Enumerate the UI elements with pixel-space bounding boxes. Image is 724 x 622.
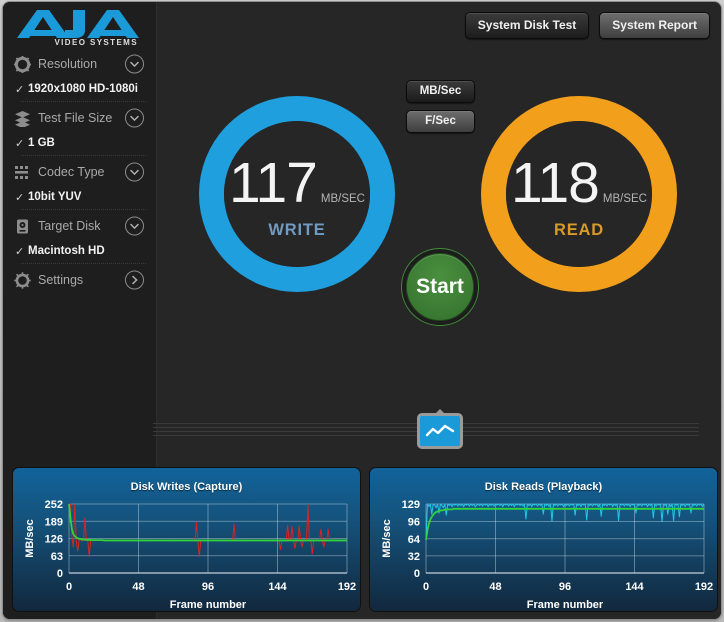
sidebar-item-settings[interactable]: Settings	[3, 266, 156, 294]
aja-logo-mark	[17, 10, 139, 38]
write-gauge-value: 117	[229, 150, 318, 215]
sidebar-value-target-disk[interactable]: ✓ Macintosh HD	[3, 240, 156, 262]
write-gauge-label: WRITE	[268, 220, 326, 239]
sidebar-label-settings: Settings	[38, 273, 84, 287]
write-gauge-reading: 117 MB/SEC	[229, 150, 365, 215]
sidebar-item-codec-type[interactable]: Codec Type	[3, 158, 156, 186]
svg-text:Frame number: Frame number	[170, 599, 247, 611]
sidebar-value-text-test-file-size: 1 GB	[28, 137, 55, 149]
sidebar-item-resolution[interactable]: Resolution	[3, 50, 156, 78]
line-chart-icon	[420, 416, 460, 446]
svg-text:252: 252	[45, 499, 63, 511]
graph-toggle-button[interactable]	[417, 409, 463, 449]
read-gauge-label: READ	[554, 220, 604, 239]
sidebar-separator	[21, 209, 146, 211]
sidebar-label-test-file-size: Test File Size	[38, 111, 113, 125]
chevron-down-icon-codec-type[interactable]	[125, 162, 144, 182]
sidebar-separator	[21, 101, 146, 103]
check-icon-test-file-size: ✓	[15, 137, 25, 150]
svg-text:144: 144	[625, 581, 644, 593]
sidebar-separator	[21, 155, 146, 157]
aja-logo-subtitle: VIDEO SYSTEMS	[54, 38, 138, 47]
chevron-down-icon-resolution[interactable]	[125, 54, 144, 74]
svg-text:192: 192	[695, 581, 713, 593]
unit-frames-per-sec-button[interactable]: F/Sec	[406, 110, 475, 133]
sidebar-label-resolution: Resolution	[38, 57, 98, 71]
aja-system-test-window: VIDEO SYSTEMS Resolution ✓ 1920x1080 HD-…	[0, 0, 724, 622]
svg-text:0: 0	[414, 568, 420, 580]
layers-icon	[13, 109, 31, 127]
read-gauge: 118 MB/SEC READ	[481, 96, 677, 292]
svg-text:48: 48	[489, 581, 501, 593]
sidebar-item-target-disk[interactable]: Target Disk	[3, 212, 156, 240]
graph-toggle-notch	[435, 409, 445, 414]
read-gauge-value: 118	[511, 150, 600, 215]
system-disk-test-button[interactable]: System Disk Test	[464, 12, 590, 39]
start-button-wrapper: Start	[401, 248, 479, 326]
sidebar-value-test-file-size[interactable]: ✓ 1 GB	[3, 132, 156, 154]
sidebar-value-resolution[interactable]: ✓ 1920x1080 HD-1080i	[3, 78, 156, 100]
header-buttons: System Disk Test System Report	[464, 12, 710, 39]
sidebar-value-text-target-disk: Macintosh HD	[28, 245, 105, 257]
svg-text:63: 63	[51, 551, 63, 563]
svg-text:96: 96	[202, 581, 214, 593]
sidebar-value-text-codec-type: 10bit YUV	[28, 191, 82, 203]
svg-text:32: 32	[408, 551, 420, 563]
sidebar-label-target-disk: Target Disk	[38, 219, 101, 233]
write-gauge-core: 117 MB/SEC WRITE	[224, 121, 370, 267]
window-frame: VIDEO SYSTEMS Resolution ✓ 1920x1080 HD-…	[3, 2, 721, 619]
svg-text:0: 0	[423, 581, 429, 593]
svg-text:129: 129	[402, 499, 420, 511]
sidebar-group-test-file-size: Test File Size ✓ 1 GB	[3, 104, 156, 157]
svg-text:MB/sec: MB/sec	[381, 519, 393, 558]
aja-logo: VIDEO SYSTEMS	[15, 8, 140, 47]
sidebar-item-test-file-size[interactable]: Test File Size	[3, 104, 156, 132]
sidebar-menu: Resolution ✓ 1920x1080 HD-1080i Test Fil…	[3, 50, 156, 294]
svg-text:96: 96	[408, 517, 420, 529]
write-gauge: 117 MB/SEC WRITE	[199, 96, 395, 292]
chevron-down-icon-target-disk[interactable]	[125, 216, 144, 236]
gear-icon	[13, 271, 31, 289]
sidebar-group-settings: Settings	[3, 266, 156, 294]
svg-text:48: 48	[132, 581, 144, 593]
svg-text:0: 0	[66, 581, 72, 593]
check-icon-codec-type: ✓	[15, 191, 25, 204]
sidebar-label-codec-type: Codec Type	[38, 165, 105, 179]
sidebar-separator	[21, 263, 146, 265]
disk-writes-chart-panel: Disk Writes (Capture) 0 63 126 189 252 0 48 96 1…	[13, 468, 360, 611]
svg-text:144: 144	[268, 581, 287, 593]
svg-text:MB/sec: MB/sec	[24, 519, 36, 558]
unit-toggle-group: MB/Sec F/Sec	[406, 80, 475, 133]
check-icon-target-disk: ✓	[15, 245, 25, 258]
disk-reads-chart-plot: 0 32 64 96 129 0 48 96 144 192 Frame number MB/sec	[381, 499, 713, 611]
svg-text:Frame number: Frame number	[527, 599, 604, 611]
write-gauge-unit: MB/SEC	[320, 192, 365, 205]
svg-text:0: 0	[57, 568, 63, 580]
sidebar-group-target-disk: Target Disk ✓ Macintosh HD	[3, 212, 156, 265]
start-button[interactable]: Start	[406, 253, 474, 321]
read-gauge-reading: 118 MB/SEC	[511, 150, 647, 215]
sidebar-group-codec-type: Codec Type ✓ 10bit YUV	[3, 158, 156, 211]
svg-text:64: 64	[408, 534, 421, 546]
sidebar-group-resolution: Resolution ✓ 1920x1080 HD-1080i	[3, 50, 156, 103]
svg-text:189: 189	[45, 516, 63, 528]
chevron-down-icon-test-file-size[interactable]	[125, 108, 144, 128]
system-report-button[interactable]: System Report	[599, 12, 710, 39]
svg-text:96: 96	[559, 581, 571, 593]
grid-icon	[13, 163, 31, 181]
unit-mb-per-sec-button[interactable]: MB/Sec	[406, 80, 475, 103]
read-gauge-unit: MB/SEC	[602, 192, 647, 205]
cog-icon	[13, 55, 31, 73]
svg-text:192: 192	[338, 581, 356, 593]
read-gauge-core: 118 MB/SEC READ	[506, 121, 652, 267]
sidebar-value-text-resolution: 1920x1080 HD-1080i	[28, 83, 138, 95]
disk-icon	[13, 217, 31, 235]
disk-writes-chart-plot: 0 63 126 189 252 0 48 96 144 192 Frame number MB/se…	[24, 499, 356, 611]
chevron-right-icon-settings[interactable]	[125, 270, 144, 290]
sidebar-value-codec-type[interactable]: ✓ 10bit YUV	[3, 186, 156, 208]
disk-reads-chart-panel: Disk Reads (Playback) 0 32 64 96 129 0 48 96 144…	[370, 468, 717, 611]
check-icon-resolution: ✓	[15, 83, 25, 96]
svg-text:126: 126	[45, 534, 63, 546]
